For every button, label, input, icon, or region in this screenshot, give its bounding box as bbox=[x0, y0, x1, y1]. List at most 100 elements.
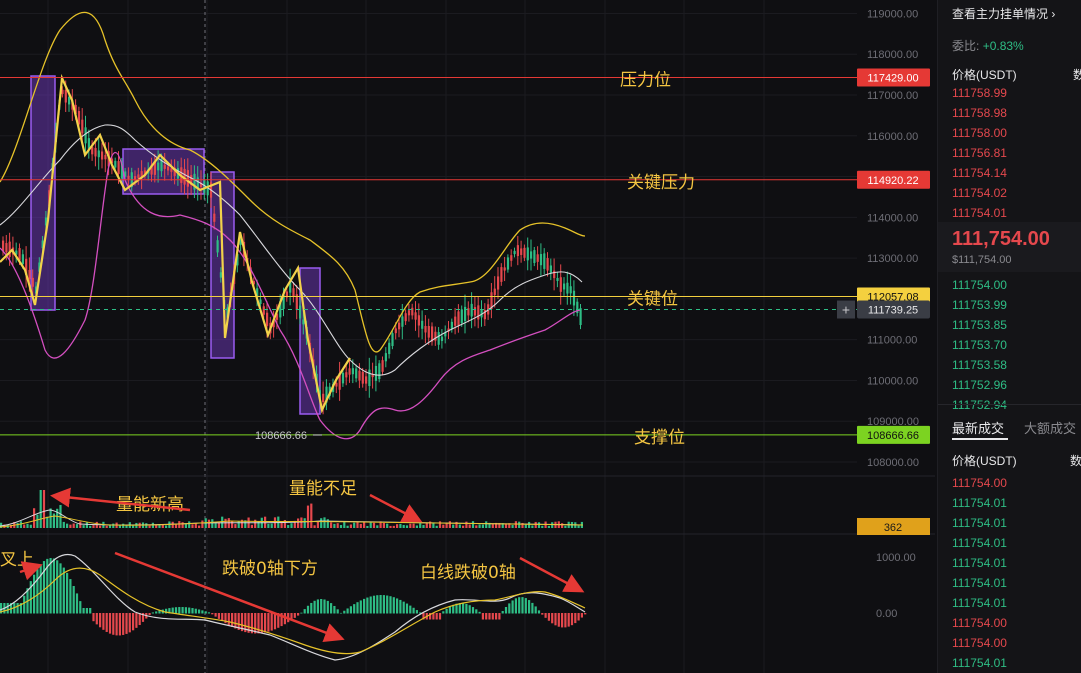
candle-body bbox=[384, 353, 387, 362]
macd-bar bbox=[214, 613, 217, 617]
trade-row[interactable]: 111754.01 bbox=[952, 516, 1007, 530]
volume-bar bbox=[69, 524, 72, 528]
macd-bar bbox=[316, 599, 319, 614]
volume-bar bbox=[326, 519, 329, 528]
macd-bar bbox=[184, 607, 187, 614]
volume-bar bbox=[346, 525, 349, 528]
main-orders-link[interactable]: 查看主力挂单情况 › bbox=[952, 5, 1055, 22]
volume-bar bbox=[518, 521, 521, 528]
candle-body bbox=[68, 96, 71, 105]
trade-row[interactable]: 111754.01 bbox=[952, 596, 1007, 610]
macd-bar bbox=[122, 613, 125, 635]
macd-bar bbox=[132, 613, 135, 631]
ask-price-row[interactable]: 111758.99 bbox=[952, 86, 1007, 100]
bid-price-row[interactable]: 111752.94 bbox=[952, 398, 1007, 412]
macd-bar bbox=[382, 595, 385, 614]
trade-row[interactable]: 111754.00 bbox=[952, 476, 1007, 490]
macd-bar bbox=[207, 612, 211, 614]
macd-bar bbox=[491, 613, 494, 620]
tab-large-trades[interactable]: 大额成交 bbox=[1024, 418, 1076, 437]
ask-price-row[interactable]: 111758.98 bbox=[952, 106, 1007, 120]
macd-bar bbox=[112, 613, 115, 635]
trade-row[interactable]: 111754.00 bbox=[952, 616, 1007, 630]
volume-bar bbox=[280, 522, 283, 528]
trade-row[interactable]: 111754.01 bbox=[952, 656, 1007, 670]
macd-bar bbox=[369, 596, 372, 614]
ask-price-row[interactable]: 111756.81 bbox=[952, 146, 1007, 160]
volume-bar bbox=[425, 522, 428, 528]
low-price-marker: 108666.66 bbox=[255, 430, 307, 442]
macd-bar bbox=[442, 611, 445, 614]
macd-bar bbox=[89, 608, 92, 614]
volume-bar bbox=[181, 522, 184, 528]
candle-body bbox=[572, 290, 576, 306]
bid-price-row[interactable]: 111752.96 bbox=[952, 378, 1007, 392]
macd-bar bbox=[188, 607, 191, 614]
add-alert-icon[interactable]: + bbox=[842, 302, 850, 318]
tab-latest-trades[interactable]: 最新成交 bbox=[952, 418, 1004, 437]
price-tick-label: 110000.00 bbox=[867, 375, 918, 387]
ask-price-row[interactable]: 111754.14 bbox=[952, 166, 1007, 180]
order-book-panel: 查看主力挂单情况 › 委比: +0.83% 价格(USDT) 数 111758.… bbox=[937, 0, 1081, 673]
candle-body bbox=[388, 342, 391, 355]
trade-row[interactable]: 111754.00 bbox=[952, 636, 1007, 650]
volume-bar bbox=[19, 521, 22, 528]
macd-bar bbox=[62, 567, 65, 614]
level-annotation: 支撑位 bbox=[634, 428, 685, 448]
candle-body bbox=[407, 310, 411, 316]
trade-row[interactable]: 111754.01 bbox=[952, 576, 1007, 590]
trade-row[interactable]: 111754.01 bbox=[952, 496, 1007, 510]
macd-bar bbox=[462, 603, 465, 614]
trade-row[interactable]: 111754.01 bbox=[952, 556, 1007, 570]
level-tag: 108666.66 bbox=[857, 425, 930, 444]
volume-bar bbox=[79, 521, 82, 528]
ask-price-row[interactable]: 111758.00 bbox=[952, 126, 1007, 140]
macd-bar bbox=[273, 613, 277, 630]
volume-bar bbox=[323, 517, 326, 528]
candle-body bbox=[424, 325, 427, 333]
svg-text:114920.22: 114920.22 bbox=[867, 175, 918, 187]
bid-price-row[interactable]: 111753.85 bbox=[952, 318, 1007, 332]
price-tick-label: 111000.00 bbox=[867, 335, 917, 347]
candle-body bbox=[351, 368, 354, 375]
macd-bar bbox=[504, 606, 508, 614]
current-price-tag[interactable]: + 111739.25 bbox=[837, 300, 930, 319]
volume-bar bbox=[386, 523, 389, 528]
candle-body bbox=[398, 322, 401, 330]
ask-price-row[interactable]: 111754.02 bbox=[952, 186, 1007, 200]
volume-bar bbox=[188, 521, 191, 528]
bid-price-row[interactable]: 111753.58 bbox=[952, 358, 1007, 372]
macd-bar bbox=[79, 601, 82, 614]
volume-bar bbox=[297, 518, 300, 528]
macd-bar bbox=[475, 609, 478, 614]
candle-body bbox=[216, 240, 219, 253]
candle-body bbox=[186, 170, 189, 187]
macd-bar bbox=[326, 600, 329, 614]
volume-bar bbox=[270, 523, 273, 528]
macd-bar bbox=[138, 613, 141, 626]
ask-price-row[interactable]: 111754.01 bbox=[952, 206, 1007, 220]
volume-bar bbox=[478, 524, 481, 528]
level-annotation: 关键位 bbox=[627, 290, 678, 310]
macd-bar bbox=[448, 606, 451, 614]
candle-body bbox=[427, 325, 430, 338]
macd-bar bbox=[105, 613, 108, 632]
macd-note-break: 跌破0轴下方 bbox=[222, 559, 318, 579]
bid-price-row[interactable]: 111753.99 bbox=[952, 298, 1007, 312]
trade-row[interactable]: 111754.01 bbox=[952, 536, 1007, 550]
bid-price-row[interactable]: 111754.00 bbox=[952, 278, 1007, 292]
volume-bar bbox=[475, 525, 478, 528]
macd-bar bbox=[498, 613, 501, 620]
candle-body bbox=[341, 372, 345, 384]
volume-bar bbox=[75, 524, 79, 528]
macd-bar bbox=[541, 613, 544, 615]
volume-bar bbox=[528, 521, 531, 528]
macd-bar bbox=[346, 608, 349, 614]
macd-bar bbox=[115, 613, 118, 636]
candle-body bbox=[94, 147, 97, 157]
bid-price-row[interactable]: 111753.70 bbox=[952, 338, 1007, 352]
candle-body bbox=[219, 272, 222, 278]
candle-body bbox=[493, 288, 496, 295]
volume-bar bbox=[448, 521, 451, 528]
price-chart[interactable]: 压力位关键压力关键位支撑位 108666.66 119000.00 118000.… bbox=[0, 0, 935, 673]
